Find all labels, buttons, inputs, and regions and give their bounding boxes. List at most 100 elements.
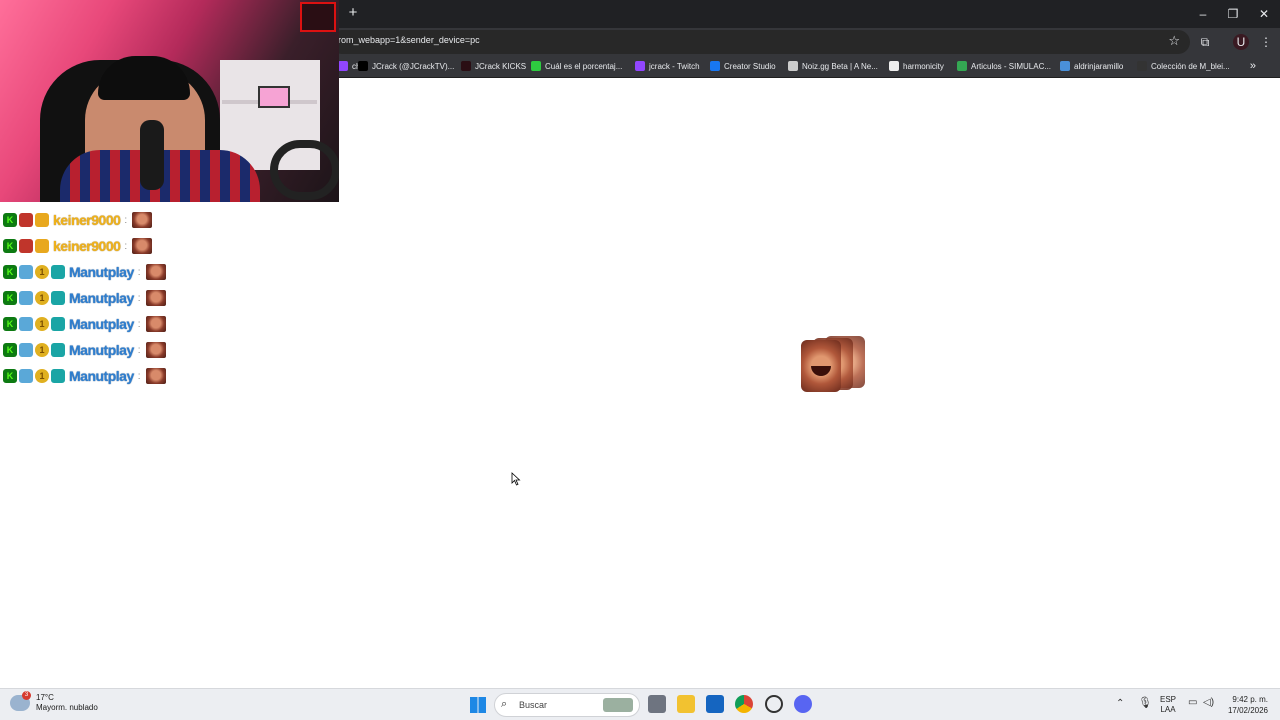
kick-badge-icon: K — [3, 265, 17, 279]
bookmark-label: Noiz.gg Beta | A Ne... — [802, 61, 878, 71]
chat-message: K 1 Manutplay: — [3, 288, 166, 308]
bookmarks-overflow-icon[interactable]: » — [1250, 60, 1256, 72]
bookmark-favicon-icon — [531, 61, 541, 71]
bookmark-label: jcrack - Twitch — [649, 61, 700, 71]
language-indicator[interactable]: ESP LAA — [1160, 695, 1176, 715]
bookmark-item[interactable]: Colección de M_blei... — [1137, 61, 1230, 71]
bookmark-item[interactable]: harmonicity — [889, 61, 944, 71]
search-icon: ⌕ — [501, 698, 508, 710]
keyboard-layout: LAA — [1160, 705, 1176, 714]
chat-message: K 1 Manutplay: — [3, 340, 166, 360]
bookmark-favicon-icon — [461, 61, 471, 71]
bookmark-favicon-icon — [1060, 61, 1070, 71]
profile-icon[interactable]: U — [1233, 34, 1249, 50]
notification-badge: 3 — [22, 691, 31, 700]
chat-username: Manutplay — [69, 264, 134, 280]
outlook-icon[interactable] — [706, 695, 724, 713]
bookmark-item[interactable]: Articulos - SIMULAC... — [957, 61, 1051, 71]
chat-username: Manutplay — [69, 342, 134, 358]
chevron-up-icon[interactable]: ⌃ — [1116, 698, 1124, 709]
bookmark-favicon-icon — [635, 61, 645, 71]
bookmark-item[interactable]: Creator Studio — [710, 61, 776, 71]
bookmark-favicon-icon — [889, 61, 899, 71]
microphone-icon[interactable]: 🎙 — [1138, 696, 1152, 709]
emote-face — [801, 340, 841, 392]
bookmark-item[interactable]: JCrack KICKS — [461, 61, 526, 71]
new-tab-button[interactable]: + — [345, 5, 361, 21]
taskbar-search[interactable]: ⌕ Buscar — [494, 693, 640, 717]
maximize-button[interactable]: ❐ — [1218, 4, 1248, 24]
kick-badge-icon: K — [3, 291, 17, 305]
chat-separator: : — [137, 266, 141, 278]
emote-icon — [145, 368, 166, 384]
bookmark-favicon-icon — [358, 61, 368, 71]
kebab-menu-icon[interactable]: ⋮ — [1258, 34, 1274, 50]
bookmark-item[interactable]: JCrack (@JCrackTV)... — [358, 61, 454, 71]
address-bar[interactable]: rom_webapp=1&sender_device=pc ☆ — [330, 30, 1190, 54]
chat-separator: : — [124, 240, 128, 252]
bookmark-favicon-icon — [957, 61, 967, 71]
bookmark-favicon-icon — [338, 61, 348, 71]
task-view-icon[interactable] — [648, 695, 666, 713]
network-icon[interactable]: ▭ — [1188, 697, 1197, 708]
system-clock[interactable]: 9:42 p. m. 17/02/2026 — [1222, 694, 1268, 716]
chrome-icon[interactable] — [735, 695, 753, 713]
sub-badge-icon — [19, 343, 33, 357]
chat-username: Manutplay — [69, 368, 134, 384]
emote-mouth — [811, 366, 831, 376]
red-badge-icon — [19, 213, 33, 227]
teal-badge-icon — [51, 343, 65, 357]
close-window-button[interactable]: ✕ — [1249, 4, 1279, 24]
steam-icon[interactable] — [765, 695, 783, 713]
minimize-button[interactable]: – — [1188, 4, 1218, 24]
kick-badge-icon: K — [3, 239, 17, 253]
discord-icon[interactable] — [794, 695, 812, 713]
star-icon[interactable]: ☆ — [1168, 33, 1180, 49]
cloud-icon: 3 — [10, 691, 31, 711]
bookmark-favicon-icon — [788, 61, 798, 71]
clock-date: 17/02/2026 — [1227, 706, 1268, 715]
bookmark-item[interactable]: Noiz.gg Beta | A Ne... — [788, 61, 878, 71]
coin-badge-icon: 1 — [35, 265, 49, 279]
teal-badge-icon — [51, 265, 65, 279]
crown-badge-icon — [35, 213, 49, 227]
teal-badge-icon — [51, 291, 65, 305]
monitor — [258, 86, 290, 108]
coin-badge-icon: 1 — [35, 343, 49, 357]
emote-icon — [145, 342, 166, 358]
chat-message: K 1 Manutplay: — [3, 262, 166, 282]
bookmark-label: aldrinjaramillo — [1074, 61, 1124, 71]
chat-username: keiner9000 — [53, 238, 121, 254]
bookmark-item[interactable]: Cuál es el porcentaj... — [531, 61, 622, 71]
windows-start-icon[interactable] — [470, 697, 486, 713]
clock-time: 9:42 p. m. — [1232, 695, 1268, 704]
teal-badge-icon — [51, 317, 65, 331]
url-text[interactable]: rom_webapp=1&sender_device=pc — [338, 35, 480, 45]
emote-icon — [132, 238, 153, 254]
kick-badge-icon: K — [3, 369, 17, 383]
microphone — [140, 120, 164, 190]
chat-username: Manutplay — [69, 290, 134, 306]
bookmark-label: Colección de M_blei... — [1151, 61, 1230, 71]
chat-separator: : — [137, 370, 141, 382]
bookmark-label: JCrack KICKS — [475, 61, 527, 71]
bookmark-item[interactable]: jcrack - Twitch — [635, 61, 700, 71]
kick-badge-icon: K — [3, 213, 17, 227]
volume-icon[interactable]: ◁) — [1203, 697, 1214, 708]
weather-text: 17°C Mayorm. nublado — [36, 693, 98, 713]
bookmark-label: JCrack (@JCrackTV)... — [372, 61, 455, 71]
bookmark-label: Articulos - SIMULAC... — [971, 61, 1052, 71]
sub-badge-icon — [19, 317, 33, 331]
chat-separator: : — [137, 318, 141, 330]
weather-condition: Mayorm. nublado — [36, 703, 98, 712]
coin-badge-icon: 1 — [35, 291, 49, 305]
bookmark-item[interactable]: aldrinjaramillo — [1060, 61, 1123, 71]
kick-badge-icon: K — [3, 343, 17, 357]
bookmark-favicon-icon — [1137, 61, 1147, 71]
red-badge-icon — [19, 239, 33, 253]
emote-icon — [145, 290, 166, 306]
weather-widget[interactable]: 3 17°C Mayorm. nublado — [10, 691, 98, 713]
puzzle-icon[interactable]: ⧉ — [1197, 34, 1213, 50]
folder-icon[interactable] — [677, 695, 695, 713]
sub-badge-icon — [19, 291, 33, 305]
